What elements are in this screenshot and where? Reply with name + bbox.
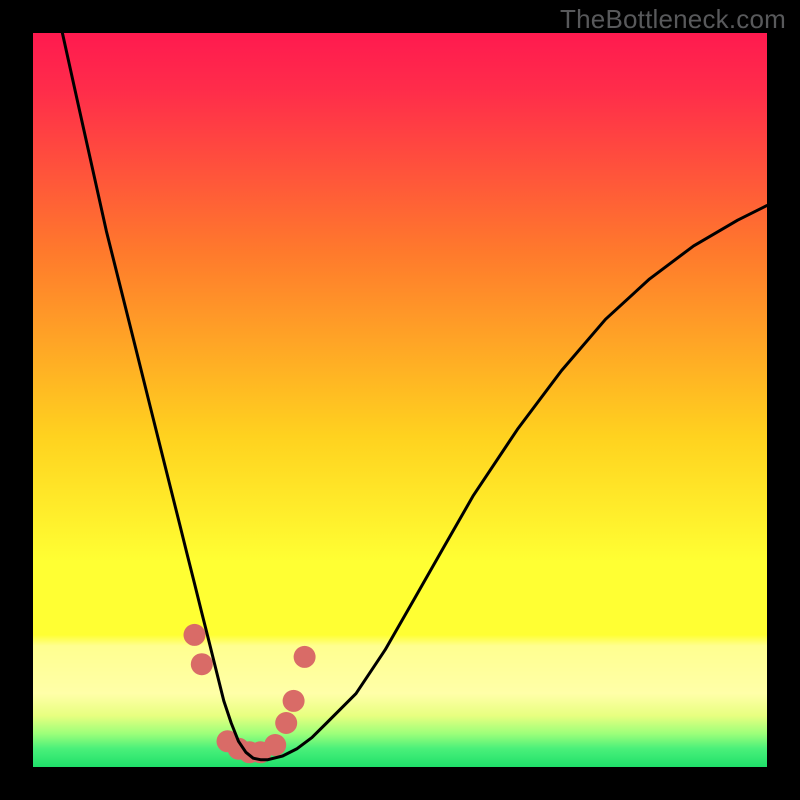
marker-dot bbox=[275, 712, 297, 734]
marker-dot bbox=[264, 734, 286, 756]
watermark-text: TheBottleneck.com bbox=[560, 4, 786, 35]
plot-svg bbox=[33, 33, 767, 767]
marker-dot bbox=[283, 690, 305, 712]
marker-dot bbox=[184, 624, 206, 646]
plot-area bbox=[33, 33, 767, 767]
gradient-bg bbox=[33, 33, 767, 767]
marker-dot bbox=[294, 646, 316, 668]
chart-frame: TheBottleneck.com bbox=[0, 0, 800, 800]
marker-dot bbox=[191, 653, 213, 675]
